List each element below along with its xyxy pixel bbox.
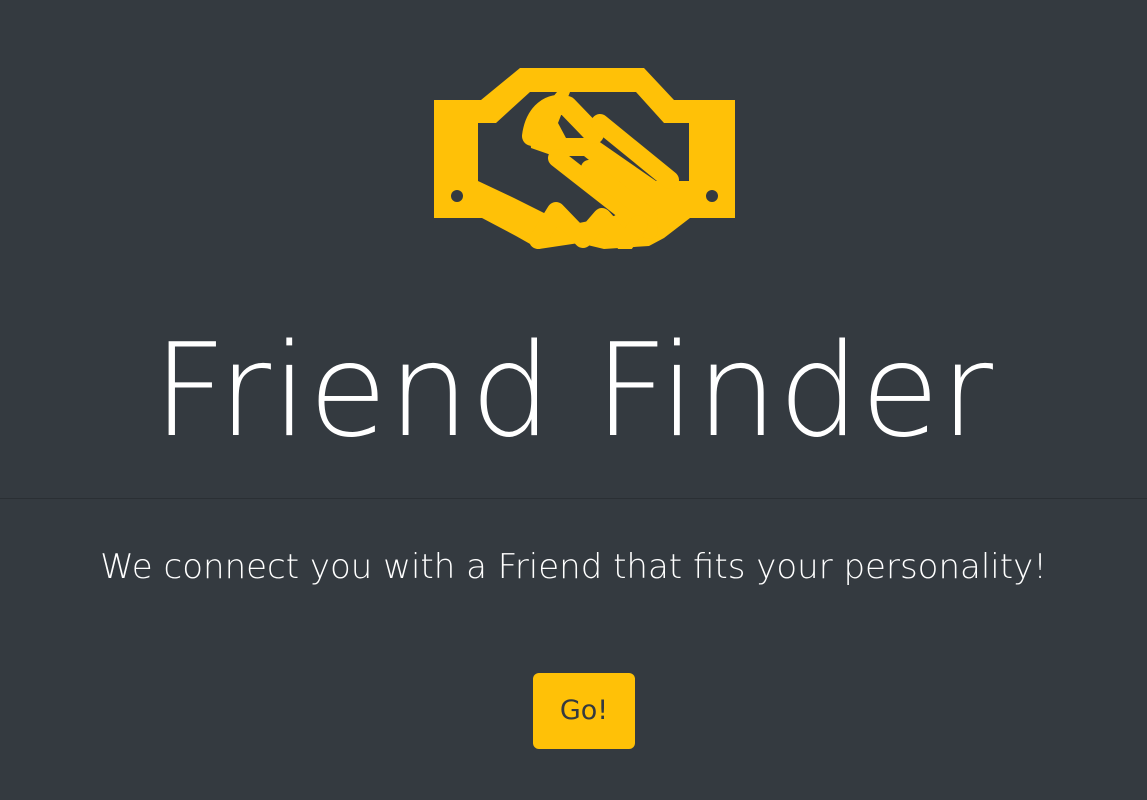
handshake-icon: [434, 68, 735, 249]
tagline: We connect you with a Friend that fits y…: [100, 547, 1047, 587]
home-page: Friend Finder We connect you with a Frie…: [0, 0, 1147, 800]
go-button[interactable]: Go!: [533, 673, 635, 749]
page-title: Friend Finder: [153, 317, 994, 466]
hero-section: Friend Finder: [0, 0, 1147, 498]
section-divider: [0, 498, 1147, 499]
